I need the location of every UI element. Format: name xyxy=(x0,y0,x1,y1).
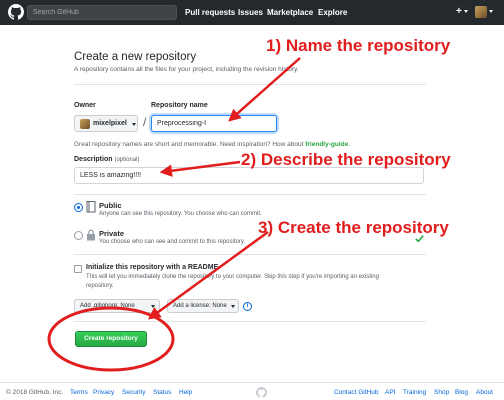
footer-link-blog[interactable]: Blog xyxy=(455,389,468,396)
hint-suffix: . xyxy=(348,141,351,148)
footer-copyright: © 2018 GitHub, Inc. xyxy=(6,389,64,396)
divider xyxy=(74,194,426,195)
gitignore-dropdown[interactable]: Add .gitignore: None xyxy=(74,299,160,313)
footer-link-shop[interactable]: Shop xyxy=(434,389,449,396)
license-dropdown[interactable]: Add a license: None xyxy=(167,299,239,313)
repo-name-input[interactable] xyxy=(152,116,260,131)
annotation-step-3: 3) Create the repository xyxy=(258,218,449,237)
divider xyxy=(74,254,426,255)
nav-issues[interactable]: Issues xyxy=(238,8,263,17)
page-title: Create a new repository xyxy=(74,51,197,63)
owner-select[interactable]: mixelpixel xyxy=(74,115,138,132)
search-box[interactable] xyxy=(27,5,177,20)
gitignore-label: Add .gitignore: None xyxy=(80,303,135,309)
license-label: Add a license: None xyxy=(173,303,227,309)
private-label: Private xyxy=(99,229,125,238)
footer-link-terms[interactable]: Terms xyxy=(70,389,88,396)
page-subtitle: A repository contains all the files for … xyxy=(74,66,299,73)
footer-link-security[interactable]: Security xyxy=(122,389,145,396)
divider xyxy=(74,84,426,85)
nav-pull-requests[interactable]: Pull requests xyxy=(185,8,235,17)
description-input[interactable] xyxy=(75,168,423,183)
footer-link-training[interactable]: Training xyxy=(403,389,426,396)
repo-name-label: Repository name xyxy=(151,102,208,109)
top-header: Pull requests Issues Marketplace Explore… xyxy=(0,0,504,25)
chevron-down-icon xyxy=(151,305,155,308)
public-description: Anyone can see this repository. You choo… xyxy=(99,211,262,217)
github-footer-logo-icon[interactable] xyxy=(256,387,267,398)
owner-label: Owner xyxy=(74,102,96,109)
private-radio[interactable] xyxy=(74,231,83,240)
nav-marketplace[interactable]: Marketplace xyxy=(267,8,313,17)
owner-avatar xyxy=(80,119,90,129)
owner-repo-slash: / xyxy=(143,115,147,129)
description-label: Description (optional) xyxy=(74,156,139,163)
github-logo-icon[interactable] xyxy=(8,4,24,20)
repo-name-hint: Great repository names are short and mem… xyxy=(74,141,350,148)
chevron-down-icon xyxy=(231,305,235,308)
footer-link-status[interactable]: Status xyxy=(153,389,171,396)
footer-link-help[interactable]: Help xyxy=(179,389,192,396)
chevron-down-icon xyxy=(132,123,136,126)
new-plus-icon[interactable]: + xyxy=(456,6,462,17)
hint-suggestion-link[interactable]: friendly-guide xyxy=(305,141,348,148)
nav-explore[interactable]: Explore xyxy=(318,8,347,17)
description-label-text: Description xyxy=(74,156,113,163)
user-avatar[interactable] xyxy=(475,6,487,18)
plus-caret-icon[interactable] xyxy=(464,10,468,13)
footer-link-contact[interactable]: Contact GitHub xyxy=(334,389,378,396)
repo-name-field[interactable] xyxy=(151,115,424,243)
description-optional: (optional) xyxy=(114,157,140,163)
footer-link-about[interactable]: About xyxy=(476,389,493,396)
footer-link-api[interactable]: API xyxy=(385,389,395,396)
owner-value: mixelpixel xyxy=(93,120,127,127)
annotation-step-1: 1) Name the repository xyxy=(266,36,451,55)
hint-text: Great repository names are short and mem… xyxy=(74,141,306,148)
create-repository-button[interactable]: Create repository xyxy=(75,331,147,347)
public-radio[interactable] xyxy=(74,203,83,212)
private-description: You choose who can see and commit to thi… xyxy=(99,239,246,245)
footer-link-privacy[interactable]: Privacy xyxy=(93,389,114,396)
avatar-caret-icon[interactable] xyxy=(489,10,493,13)
public-label: Public xyxy=(99,201,122,210)
info-icon[interactable]: i xyxy=(243,302,252,311)
footer-divider xyxy=(0,382,504,383)
init-readme-checkbox[interactable] xyxy=(74,265,82,273)
annotation-step-2: 2) Describe the repository xyxy=(241,150,451,169)
lock-icon xyxy=(87,229,95,241)
init-readme-description: This will let you immediately clone the … xyxy=(86,274,379,280)
search-input[interactable] xyxy=(28,6,176,19)
init-readme-label[interactable]: Initialize this repository with a README xyxy=(86,264,218,271)
repo-book-icon xyxy=(86,201,96,213)
init-readme-description-2: repository. xyxy=(86,283,114,289)
divider xyxy=(74,321,426,322)
